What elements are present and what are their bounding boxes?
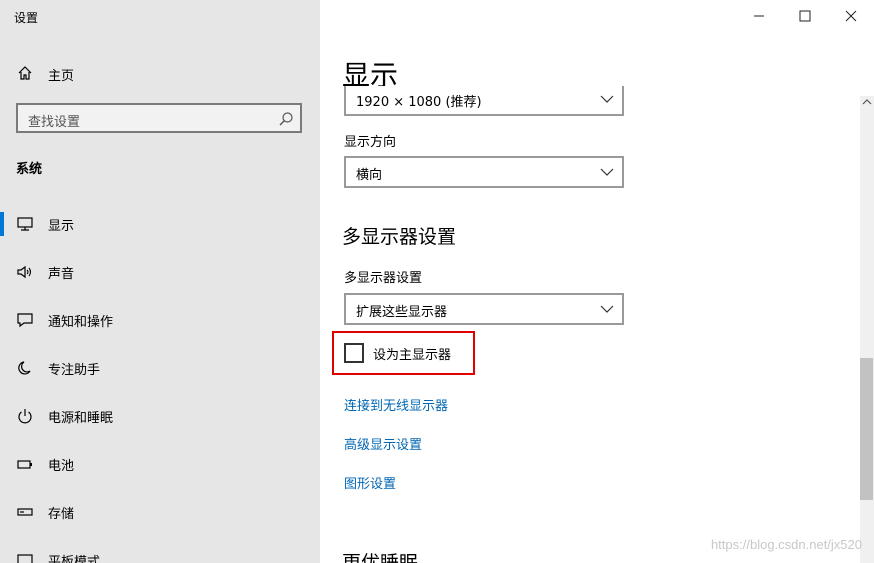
sidebar-item-label: 平板模式 <box>48 555 101 563</box>
home-icon <box>18 66 32 80</box>
sidebar-item-power-sleep[interactable]: 电源和睡眠 <box>0 398 320 434</box>
minimize-button[interactable] <box>747 6 771 26</box>
power-icon <box>18 409 32 424</box>
multi-display-dropdown[interactable]: 扩展这些显示器 <box>344 293 624 325</box>
speaker-icon <box>17 265 32 279</box>
sidebar-item-label: 声音 <box>48 267 75 282</box>
sidebar-item-tablet-mode[interactable]: 平板模式 <box>0 542 320 563</box>
dropdown-value: 1920 × 1080 (推荐) <box>356 95 482 110</box>
resolution-dropdown[interactable]: 1920 × 1080 (推荐) <box>344 86 624 116</box>
orientation-dropdown[interactable]: 横向 <box>344 156 624 188</box>
section-label: 系统 <box>16 162 43 177</box>
watermark: https://blog.csdn.net/jx520 <box>710 537 862 552</box>
scroll-up-icon[interactable] <box>862 97 872 107</box>
moon-icon <box>18 361 31 375</box>
primary-display-highlight: 设为主显示器 <box>332 331 475 375</box>
scrollbar-thumb[interactable] <box>860 358 873 500</box>
sidebar-item-label: 显示 <box>48 219 75 234</box>
multi-display-label: 多显示器设置 <box>344 271 423 286</box>
search-placeholder: 查找设置 <box>28 115 81 130</box>
sidebar-item-label: 主页 <box>48 69 75 84</box>
sidebar-item-label: 电源和睡眠 <box>48 411 114 426</box>
maximize-button[interactable] <box>793 6 817 26</box>
chevron-down-icon <box>600 305 614 313</box>
chevron-down-icon <box>600 95 614 103</box>
dropdown-value: 横向 <box>356 168 383 183</box>
tablet-icon <box>17 554 33 563</box>
sidebar-item-storage[interactable]: 存储 <box>0 494 320 530</box>
dropdown-value: 扩展这些显示器 <box>356 305 448 320</box>
sidebar-item-label: 通知和操作 <box>48 315 114 330</box>
search-input[interactable]: 查找设置 <box>16 103 302 133</box>
sidebar-item-battery[interactable]: 电池 <box>0 446 320 482</box>
window-title: 设置 <box>14 11 39 25</box>
checkbox-label: 设为主显示器 <box>373 348 452 363</box>
link-graphics-settings[interactable]: 图形设置 <box>344 473 396 492</box>
sidebar-item-label: 电池 <box>48 459 75 474</box>
link-wireless-display[interactable]: 连接到无线显示器 <box>344 395 448 414</box>
chevron-down-icon <box>600 168 614 176</box>
sidebar-item-sound[interactable]: 声音 <box>0 254 320 290</box>
main-content: 显示 1920 × 1080 (推荐) 显示方向 横向 多显示器设置 多显示器设… <box>320 0 874 563</box>
battery-icon <box>17 460 32 469</box>
sleep-section-heading: 更优睡眠 <box>342 552 419 563</box>
sidebar: 设置 主页 查找设置 系统 显示 声音 通知和操作 专注助手 电源和睡眠 电池 … <box>0 0 320 563</box>
orientation-label: 显示方向 <box>344 135 397 150</box>
multi-display-heading: 多显示器设置 <box>342 226 457 248</box>
sidebar-item-label: 存储 <box>48 507 75 522</box>
sidebar-item-label: 专注助手 <box>48 363 101 378</box>
primary-display-checkbox[interactable] <box>344 343 364 363</box>
sidebar-item-notifications[interactable]: 通知和操作 <box>0 302 320 338</box>
sidebar-item-display[interactable]: 显示 <box>0 206 320 242</box>
close-button[interactable] <box>839 6 863 26</box>
sidebar-item-focus-assist[interactable]: 专注助手 <box>0 350 320 386</box>
monitor-icon <box>17 217 33 231</box>
message-icon <box>17 313 33 328</box>
storage-icon <box>17 508 33 516</box>
link-advanced-display[interactable]: 高级显示设置 <box>344 434 422 453</box>
sidebar-item-home[interactable]: 主页 <box>0 60 320 88</box>
search-icon <box>279 112 293 126</box>
